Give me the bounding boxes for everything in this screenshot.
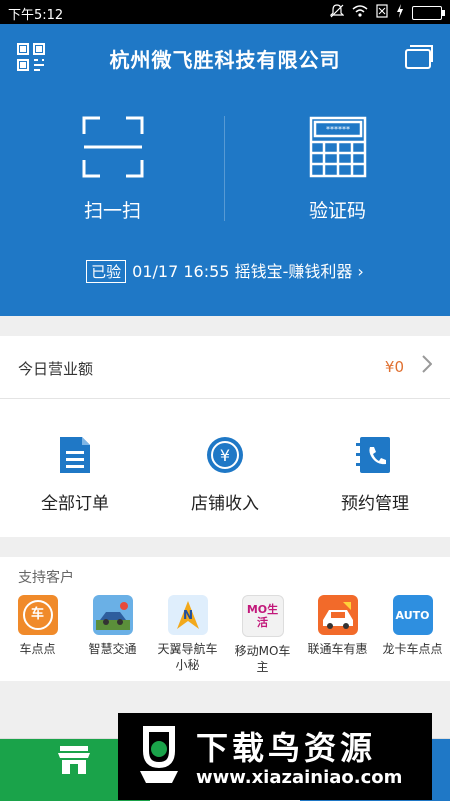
scan-button[interactable]: 扫一扫 (0, 116, 225, 223)
customer-item[interactable]: N 天翼导航车 小秘 (150, 595, 225, 673)
document-icon (58, 437, 92, 479)
page-title: 杭州微飞胜科技有限公司 (109, 48, 341, 72)
no-sim-icon (376, 4, 388, 21)
keypad-mask-text: ****** (326, 125, 350, 134)
customer-name: 车点点 (19, 642, 56, 656)
chediandian-logo-icon: 车 (17, 595, 58, 635)
svg-text:¥: ¥ (220, 446, 230, 465)
scan-label: 扫一扫 (83, 200, 141, 222)
quick-actions: 扫一扫 ****** 验证码 (0, 116, 450, 226)
customer-name: 移动MO车主 (234, 644, 291, 674)
customer-name: 龙卡车点点 (382, 642, 443, 656)
svg-text:N: N (182, 608, 192, 622)
verify-code-button[interactable]: ****** 验证码 (225, 116, 450, 223)
bird-logo-icon (132, 725, 186, 787)
verify-code-label: 验证码 (308, 200, 366, 222)
status-bar: 下午5:12 (0, 0, 450, 24)
contact-book-icon (356, 437, 394, 479)
status-time: 下午5:12 (8, 8, 64, 23)
mo-life-logo-icon: MO生活 (241, 595, 284, 637)
revenue-amount: ¥0 (384, 358, 404, 376)
function-grid: 全部订单 ¥ 店铺收入 预约管理 (0, 399, 450, 537)
revenue-label: 今日营业额 (18, 360, 94, 378)
wifi-icon (352, 5, 368, 20)
last-record-text: 01/17 16:55 摇钱宝-赚钱利器 › (132, 262, 364, 281)
charging-icon (396, 4, 404, 21)
smart-traffic-logo-icon (92, 595, 133, 635)
chevron-right-icon (422, 354, 433, 378)
keypad-icon: ****** (309, 116, 367, 182)
tianyi-nav-logo-icon: N (167, 595, 208, 635)
customer-item[interactable]: 智慧交通 (75, 595, 150, 657)
customers-heading: 支持客户 (18, 570, 74, 586)
header: 杭州微飞胜科技有限公司 扫一扫 ****** 验证码 已验 01/17 16:5… (0, 24, 450, 316)
today-revenue-row[interactable]: 今日营业额 ¥0 (0, 336, 450, 399)
customer-name: 联通车有惠 (307, 642, 368, 656)
supported-customers: 支持客户 车 车点点 智慧交通 N 天翼导航车 小秘 MO生活 移动MO车主 联通… (0, 557, 450, 681)
scan-icon (82, 116, 144, 182)
appointment-management-button[interactable]: 预约管理 (300, 435, 450, 514)
customer-item[interactable]: AUTO 龙卡车点点 (375, 595, 450, 657)
verified-badge: 已验 (86, 260, 127, 283)
watermark-banner: 下载鸟资源 www.xiazainiao.com (118, 713, 432, 800)
storefront-icon (58, 744, 90, 778)
all-orders-label: 全部订单 (41, 494, 109, 514)
cards-icon[interactable] (404, 44, 434, 70)
customer-item[interactable]: MO生活 移动MO车主 (225, 595, 300, 675)
watermark-url: www.xiazainiao.com (196, 767, 403, 788)
longka-auto-logo-icon: AUTO (392, 595, 433, 635)
customer-name: 天翼导航车 小秘 (157, 642, 218, 672)
customer-name: 智慧交通 (88, 642, 137, 656)
store-income-button[interactable]: ¥ 店铺收入 (150, 435, 300, 514)
last-verification-record[interactable]: 已验 01/17 16:55 摇钱宝-赚钱利器 › (0, 258, 450, 283)
unicom-car-logo-icon (317, 595, 358, 635)
yen-coin-icon: ¥ (205, 437, 245, 479)
appointment-management-label: 预约管理 (341, 494, 409, 514)
customer-item[interactable]: 车 车点点 (0, 595, 75, 657)
battery-icon (412, 5, 445, 20)
mute-icon (329, 4, 345, 21)
store-income-label: 店铺收入 (191, 494, 259, 514)
watermark-title: 下载鸟资源 (196, 729, 377, 767)
customer-item[interactable]: 联通车有惠 (300, 595, 375, 657)
all-orders-button[interactable]: 全部订单 (0, 435, 150, 514)
